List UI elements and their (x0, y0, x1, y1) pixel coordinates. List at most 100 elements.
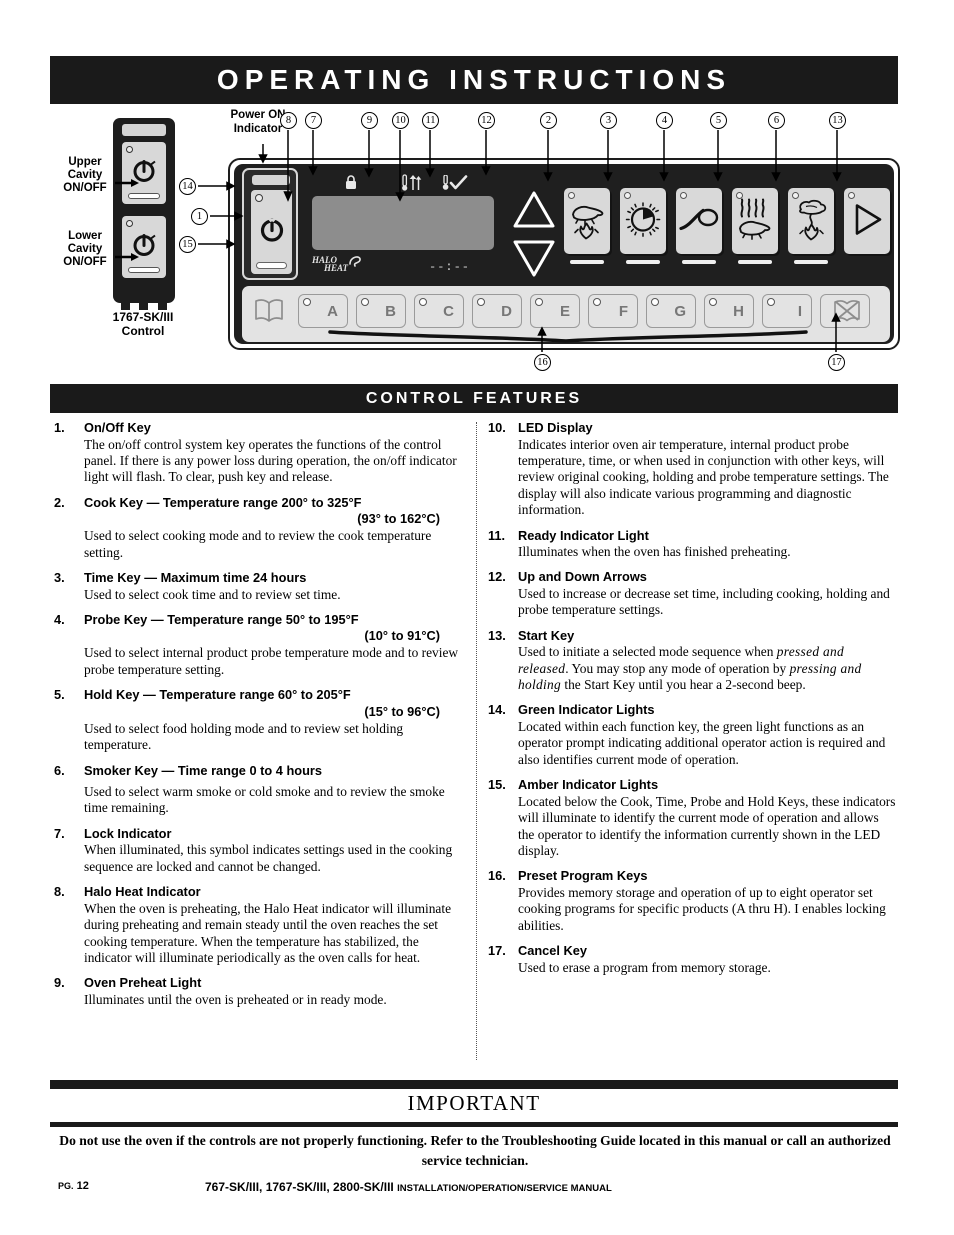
tower-foot (121, 302, 130, 310)
callout-12: 12 (478, 112, 495, 129)
feature-heading: Cancel Key (518, 943, 587, 959)
time-display: --:-- (429, 260, 471, 274)
tower-body (113, 118, 175, 310)
callout-8: 8 (280, 112, 297, 129)
preset-key-d[interactable]: D (472, 294, 522, 328)
page-title: OPERATING INSTRUCTIONS (216, 64, 732, 95)
features-right-column: 10. LED Display Indicates interior oven … (488, 420, 896, 985)
feature-heading: Oven Preheat Light (84, 975, 202, 991)
preset-key-label: B (385, 303, 396, 320)
feature-heading: Time Key — Maximum time 24 hours (84, 570, 307, 586)
amber-indicator-light-icon (738, 260, 772, 264)
feature-number: 14. (488, 702, 506, 718)
feature-number: 11. (488, 527, 506, 543)
preset-key-b[interactable]: B (356, 294, 406, 328)
feature-number: 10. (488, 420, 506, 435)
feature-body: Illuminates until the oven is preheated … (84, 991, 387, 1007)
callout-7: 7 (305, 112, 322, 129)
power-module-slot (252, 175, 290, 185)
green-indicator-light-icon (535, 298, 543, 306)
preset-key-e[interactable]: E (530, 294, 580, 328)
green-indicator-light-icon (651, 298, 659, 306)
feature-heading: On/Off Key (84, 420, 151, 435)
start-key[interactable] (844, 188, 890, 254)
tower-foot (158, 302, 167, 310)
smoker-key[interactable] (788, 188, 834, 254)
feature-item-2: 2. Cook Key — Temperature range 200° to … (54, 495, 462, 561)
callout-10: 10 (392, 112, 409, 129)
feature-body: Located within each function key, the gr… (518, 718, 886, 767)
feature-heading: LED Display (518, 420, 593, 435)
feature-number: 12. (488, 569, 506, 585)
callout-11: 11 (422, 112, 439, 129)
feature-item-12: 12. Up and Down Arrows Used to increase … (488, 569, 896, 618)
feature-number: 2. (54, 494, 65, 510)
preset-key-label: G (674, 303, 686, 320)
feature-body: Used to erase a program from memory stor… (518, 959, 771, 975)
down-arrow-icon[interactable] (512, 238, 556, 283)
feature-heading: Smoker Key — Time range 0 to 4 hours (84, 762, 323, 778)
lower-cavity-label: Lower Cavity ON/OFF (63, 230, 107, 268)
feature-item-6: 6. Smoker Key — Time range 0 to 4 hours … (54, 763, 462, 817)
feature-item-13: 13. Start Key Used to initiate a selecte… (488, 628, 896, 694)
preset-key-label: D (501, 303, 512, 320)
time-key[interactable] (620, 188, 666, 254)
green-indicator-light-icon (255, 194, 263, 202)
feature-body-rich: Used to initiate a selected mode sequenc… (518, 644, 896, 693)
page-title-bar: OPERATING INSTRUCTIONS (50, 56, 898, 104)
important-bottom-rule (50, 1122, 898, 1127)
preset-key-i[interactable]: I (762, 294, 812, 328)
halo-swirl-icon (348, 254, 364, 270)
upper-cavity-leader-arrow-icon (115, 175, 141, 193)
green-indicator-light-icon (848, 192, 855, 199)
callout-14: 14 (179, 178, 196, 195)
tower-upper-cavity-panel[interactable] (122, 142, 166, 204)
preset-key-label: C (443, 303, 454, 320)
amber-indicator-light-icon (256, 262, 287, 269)
cancel-key[interactable] (820, 294, 870, 328)
feature-item-3: 3. Time Key — Maximum time 24 hours Used… (54, 570, 462, 603)
amber-indicator-light-icon (794, 260, 828, 264)
probe-key[interactable] (676, 188, 722, 254)
on-off-key[interactable] (251, 190, 292, 274)
callout-1: 1 (191, 208, 208, 225)
column-divider (476, 422, 477, 1060)
preset-key-label: I (797, 303, 802, 320)
tower-lower-cavity-panel[interactable] (122, 216, 166, 278)
amber-indicator-light-icon (626, 260, 660, 264)
feature-body: When illuminated, this symbol indicates … (84, 842, 453, 874)
up-down-arrows[interactable] (512, 190, 556, 282)
tower-control-unit: Upper Cavity ON/OFF Lower Cavity ON/OFF … (63, 118, 175, 338)
preset-key-a[interactable]: A (298, 294, 348, 328)
preset-key-g[interactable]: G (646, 294, 696, 328)
feature-heading-celsius: (93° to 162°C) (357, 511, 440, 527)
feature-number: 8. (54, 884, 65, 900)
preset-key-f[interactable]: F (588, 294, 638, 328)
feature-body: Illuminates when the oven has finished p… (518, 544, 791, 560)
feature-body: Used to increase or decrease set time, i… (518, 585, 890, 618)
feature-heading-celsius: (10° to 91°C) (364, 628, 440, 644)
feature-heading: Amber Indicator Lights (518, 777, 659, 793)
body-mid: . You may stop any mode of operation by (565, 660, 790, 676)
feature-item-5: 5. Hold Key — Temperature range 60° to 2… (54, 687, 462, 753)
important-title: IMPORTANT (407, 1091, 541, 1115)
function-key-row (564, 188, 890, 288)
hold-key[interactable] (732, 188, 778, 254)
callout-16: 16 (534, 354, 551, 371)
feature-heading: Preset Program Keys (518, 868, 648, 884)
feature-heading: Hold Key — Temperature range 60° to 205°… (84, 687, 351, 703)
feature-number: 13. (488, 627, 506, 643)
preset-key-h[interactable]: H (704, 294, 754, 328)
feature-number: 3. (54, 570, 65, 586)
callout-4: 4 (656, 112, 673, 129)
feature-body: Located below the Cook, Time, Probe and … (518, 793, 896, 858)
up-arrow-icon[interactable] (512, 190, 556, 235)
callout-2: 2 (540, 112, 557, 129)
halo-heat-logo: HALO HEAT (312, 256, 361, 273)
cook-key[interactable] (564, 188, 610, 254)
smoke-plume-icon (792, 198, 830, 247)
preset-key-c[interactable]: C (414, 294, 464, 328)
preset-program-key-row: A B C D E F G H I (242, 286, 890, 343)
callout-3: 3 (600, 112, 617, 129)
led-display (312, 196, 494, 250)
